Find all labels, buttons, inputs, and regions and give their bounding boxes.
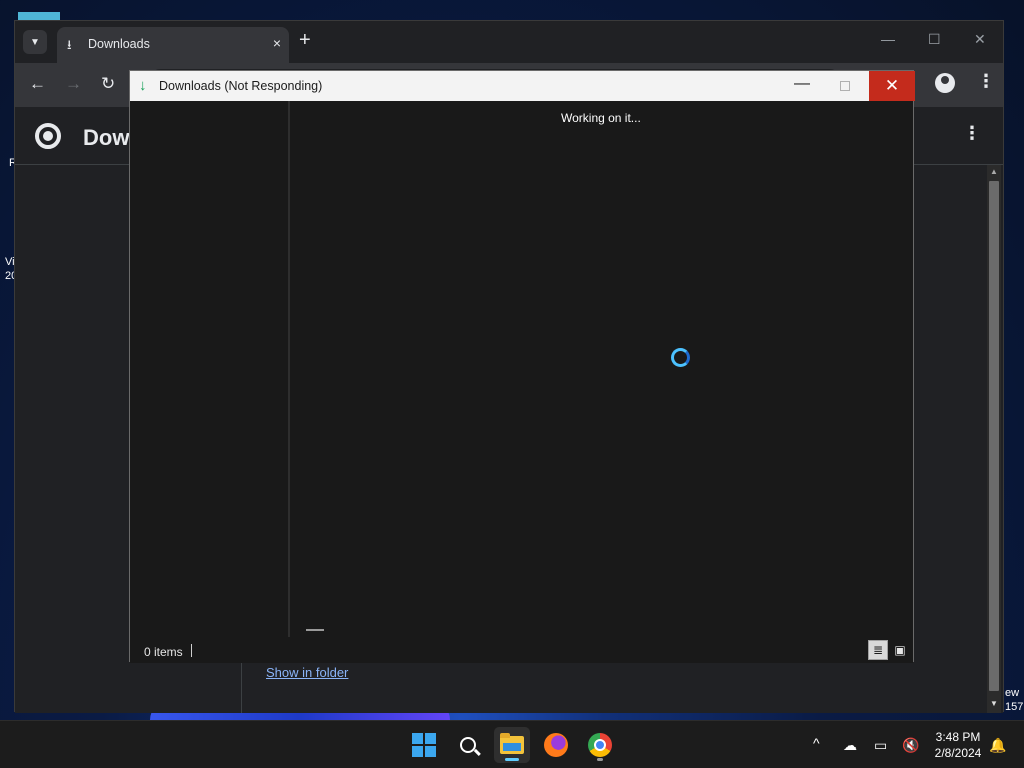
maximize-button[interactable]: ☐ [928,31,941,48]
search-icon [460,737,476,753]
search-button[interactable] [450,727,486,763]
close-button[interactable]: ✕ [974,31,986,48]
network-icon[interactable]: ▭ [874,737,887,754]
page-scrollbar[interactable]: ▲ ▼ [987,165,1001,713]
download-icon: ⭳ [67,37,72,52]
pane-splitter[interactable] [288,101,290,637]
explorer-title: Downloads (Not Responding) [159,79,323,93]
running-indicator [597,758,603,761]
new-tab-button[interactable]: + [299,30,311,50]
close-icon: ✕ [884,76,900,95]
tab-close-button[interactable]: × [273,35,281,51]
firefox-icon [544,733,568,757]
loading-spinner-icon [671,348,690,367]
page-menu-button[interactable]: ⋮ [963,123,981,144]
working-status-text: Working on it... [561,111,641,125]
browser-menu-button[interactable]: ⋮ [977,71,995,92]
explorer-maximize-button[interactable] [840,81,850,91]
chrome-icon [588,733,612,757]
taskbar: ^ ☁ ▭ 🔇 3:48 PM 2/8/2024 🔔 [0,720,1024,768]
file-explorer-taskbar-button[interactable] [494,727,530,763]
forward-button[interactable]: → [65,74,82,94]
tab-strip: ▼ ⭳ Downloads × + — ☐ ✕ [15,21,1003,63]
volume-muted-icon[interactable]: 🔇 [902,737,919,754]
desktop-label-fragment: 157 [1005,701,1024,713]
clock-time: 3:48 PM [935,730,981,744]
chevron-down-icon: ▼ [30,36,40,48]
page-title: Dow [83,125,130,150]
profile-icon[interactable] [935,73,955,93]
download-folder-icon: ↓ [139,77,147,94]
explorer-status-bar: 0 items ≣ ▣ [130,637,913,663]
minimize-button[interactable]: — [881,31,895,47]
start-button[interactable] [406,727,442,763]
desktop-label-fragment: ew [1005,687,1020,699]
active-indicator [505,758,519,761]
status-separator [191,644,192,657]
scroll-up-arrow-icon[interactable]: ▲ [990,167,998,176]
tab-search-button[interactable]: ▼ [23,30,47,54]
windows-logo-icon [412,733,436,757]
scrollbar-thumb[interactable] [989,181,999,691]
content-placeholder-dash [306,629,324,631]
explorer-close-button[interactable]: ✕ [869,71,915,101]
tab-downloads[interactable]: ⭳ Downloads × [57,27,289,63]
tray-overflow-chevron-icon[interactable]: ^ [813,735,820,751]
cloud-offline-icon[interactable]: ☁ [843,737,857,754]
back-button[interactable]: ← [29,74,46,94]
system-clock[interactable]: 3:48 PM 2/8/2024 [928,729,988,761]
clock-date: 2/8/2024 [934,746,982,760]
scroll-down-arrow-icon[interactable]: ▼ [990,699,998,708]
details-view-button[interactable]: ≣ [868,640,888,660]
explorer-titlebar[interactable]: ↓ Downloads (Not Responding) — ✕ [130,71,915,101]
notification-bell-icon[interactable]: 🔔 [989,737,1006,754]
show-in-folder-link[interactable]: Show in folder [266,665,348,680]
navigation-pane[interactable] [130,101,288,637]
chrome-logo-icon [35,123,61,149]
file-explorer-icon [500,733,524,754]
chrome-taskbar-button[interactable] [582,727,618,763]
firefox-taskbar-button[interactable] [538,727,574,763]
details-view-icon: ≣ [872,643,884,657]
tiles-view-button[interactable]: ▣ [890,640,910,660]
tab-title: Downloads [88,37,150,51]
explorer-minimize-button[interactable]: — [794,75,810,93]
item-count: 0 items [144,645,183,659]
tiles-view-icon: ▣ [894,643,906,657]
reload-button[interactable]: ↻ [101,74,115,94]
explorer-window: ↓ Downloads (Not Responding) — ✕ Working… [129,70,915,663]
